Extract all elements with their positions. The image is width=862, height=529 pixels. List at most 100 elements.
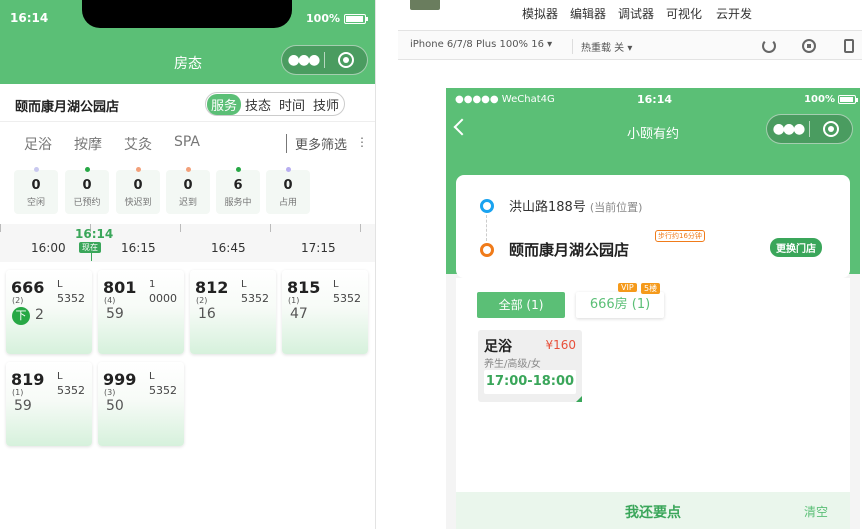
sim-store-name: 颐而康月湖公园店 bbox=[509, 241, 630, 259]
selected-corner-icon bbox=[576, 396, 582, 402]
room-card-801[interactable]: 801 (4) 1 0000 59 bbox=[98, 270, 184, 354]
ide-panel: 模拟器 编辑器 调试器 可视化 云开发 iPhone 6/7/8 Plus 10… bbox=[398, 0, 862, 529]
filter-massage[interactable]: 按摩 bbox=[74, 134, 102, 154]
stat-label: 迟到 bbox=[178, 198, 197, 208]
room-level: L bbox=[57, 371, 63, 382]
floor-badge: 5楼 bbox=[641, 283, 661, 294]
avatar[interactable] bbox=[410, 0, 440, 10]
room-level: L bbox=[57, 279, 63, 290]
room-card-999[interactable]: 999 (3) L 5352 50 bbox=[98, 362, 184, 446]
room-bottom-value: 50 bbox=[106, 398, 124, 414]
sim-time: 16:14 bbox=[637, 93, 673, 106]
room-card-819[interactable]: 819 (1) L 5352 59 bbox=[6, 362, 92, 446]
filter-room-button[interactable]: 666房 (1) bbox=[576, 292, 664, 318]
clear-button[interactable]: 清空 bbox=[804, 503, 828, 520]
status-dot bbox=[135, 167, 141, 172]
room-capacity: (4) bbox=[104, 296, 116, 305]
stat-count: 0 bbox=[133, 178, 143, 193]
address-text: 洪山路188号 bbox=[509, 200, 586, 215]
kebab-icon[interactable]: ⋮ bbox=[356, 135, 368, 149]
status-dot bbox=[33, 167, 39, 172]
room-card-666[interactable]: 666 (2) L 5352 下 2 bbox=[6, 270, 92, 354]
room-bottom-value: 2 bbox=[35, 307, 44, 323]
toolbar-cloud-dev[interactable]: 云开发 bbox=[716, 5, 752, 22]
toolbar-debugger[interactable]: 调试器 bbox=[618, 5, 654, 22]
phone-icon[interactable] bbox=[844, 39, 854, 53]
stat-occupied[interactable]: 0 占用 bbox=[266, 167, 310, 214]
phone-notch bbox=[82, 0, 292, 28]
stat-idle[interactable]: 0 空闲 bbox=[14, 167, 58, 214]
stat-label: 占用 bbox=[278, 198, 297, 208]
room-level: L bbox=[149, 371, 155, 382]
room-capacity: (2) bbox=[12, 296, 24, 305]
toolbar-editor[interactable]: 编辑器 bbox=[570, 5, 606, 22]
room-card-815[interactable]: 815 (1) L 5352 47 bbox=[282, 270, 368, 354]
order-body: 全部 (1) 666房 (1) VIP 5楼 足浴 ¥160 养生/高级/女 1… bbox=[456, 278, 850, 492]
room-code: 5352 bbox=[241, 292, 269, 305]
battery-percent: 100% bbox=[306, 12, 340, 25]
close-target-icon[interactable] bbox=[810, 121, 852, 137]
room-code: 5352 bbox=[57, 292, 85, 305]
timeline-now-marker bbox=[91, 253, 92, 261]
filter-footbath[interactable]: 足浴 bbox=[24, 134, 52, 154]
store-location-icon bbox=[480, 243, 494, 257]
stat-in-service[interactable]: 6 服务中 bbox=[216, 167, 260, 214]
stat-booked[interactable]: 0 已预约 bbox=[65, 167, 109, 214]
tab-time[interactable]: 时间 bbox=[275, 94, 309, 115]
stop-icon[interactable] bbox=[802, 39, 816, 53]
view-tabs: 服务 技态 时间 技师 bbox=[205, 92, 346, 116]
filter-spa[interactable]: SPA bbox=[174, 134, 200, 150]
filter-moxibustion[interactable]: 艾灸 bbox=[124, 134, 152, 154]
close-target-icon[interactable] bbox=[325, 52, 367, 68]
refresh-icon[interactable] bbox=[762, 39, 776, 53]
timeline-tick bbox=[180, 224, 181, 232]
room-bottom-value: 47 bbox=[290, 306, 308, 322]
stat-label: 已预约 bbox=[73, 198, 101, 208]
more-icon[interactable]: ●●● bbox=[282, 52, 324, 68]
toolbar-visualize[interactable]: 可视化 bbox=[666, 5, 702, 22]
timeline-time: 16:45 bbox=[211, 241, 246, 255]
tab-service[interactable]: 服务 bbox=[207, 93, 242, 115]
left-phone: 16:14 100% 房态 ●●● 颐而康月湖公园店 服务 技态 时间 技师 足… bbox=[0, 0, 376, 529]
stat-count: 0 bbox=[283, 178, 293, 193]
stat-label: 服务中 bbox=[224, 198, 252, 208]
timeline-tick bbox=[0, 224, 1, 232]
room-card-812[interactable]: 812 (2) L 5352 16 bbox=[190, 270, 276, 354]
tab-tech-status[interactable]: 技态 bbox=[241, 94, 275, 115]
more-icon[interactable]: ●●● bbox=[767, 121, 809, 137]
timeline[interactable]: 16:00 16:15 16:45 17:15 16:14 现在 bbox=[0, 224, 375, 262]
stat-late[interactable]: 0 迟到 bbox=[166, 167, 210, 214]
add-more-button[interactable]: 我还要点 bbox=[456, 502, 850, 522]
tab-technician[interactable]: 技师 bbox=[309, 94, 343, 115]
stat-almost-late[interactable]: 0 快迟到 bbox=[116, 167, 160, 214]
mini-program-capsule: ●●● bbox=[766, 114, 853, 144]
room-level: 1 bbox=[149, 279, 156, 290]
room-code: 0000 bbox=[149, 292, 177, 305]
room-number: 819 bbox=[11, 370, 45, 389]
service-price: ¥160 bbox=[545, 338, 576, 352]
battery-icon bbox=[838, 95, 858, 104]
timeline-time: 16:15 bbox=[121, 241, 156, 255]
simulator-screen: ●●●●● WeChat4G 16:14 100% 小颐有约 ●●● 洪山路18… bbox=[446, 88, 860, 529]
timeline-tick bbox=[270, 224, 271, 232]
service-card[interactable]: 足浴 ¥160 养生/高级/女 17:00-18:00 bbox=[478, 330, 582, 402]
more-filters-button[interactable]: 更多筛选 bbox=[286, 134, 347, 153]
room-level: L bbox=[333, 279, 339, 290]
room-number: 999 bbox=[103, 370, 137, 389]
service-desc: 养生/高级/女 bbox=[484, 359, 541, 370]
sim-battery: 100% bbox=[804, 94, 858, 105]
service-name: 足浴 bbox=[484, 339, 512, 355]
status-dot bbox=[185, 167, 191, 172]
status-dot bbox=[285, 167, 291, 172]
change-store-button[interactable]: 更换门店 bbox=[770, 238, 822, 257]
simulator-bar: iPhone 6/7/8 Plus 100% 16 ▾ 热重载 关 ▾ bbox=[398, 30, 862, 60]
device-select[interactable]: iPhone 6/7/8 Plus 100% 16 ▾ bbox=[410, 39, 552, 50]
toolbar-simulator[interactable]: 模拟器 bbox=[522, 5, 558, 22]
left-header: 16:14 100% 房态 ●●● bbox=[0, 0, 375, 84]
room-capacity: (3) bbox=[104, 388, 116, 397]
room-bottom-value: 16 bbox=[198, 306, 216, 322]
mini-program-capsule: ●●● bbox=[281, 45, 368, 75]
filter-all-button[interactable]: 全部 (1) bbox=[477, 292, 565, 318]
stat-label: 快迟到 bbox=[124, 198, 152, 208]
hot-reload-select[interactable]: 热重载 关 ▾ bbox=[572, 39, 632, 54]
